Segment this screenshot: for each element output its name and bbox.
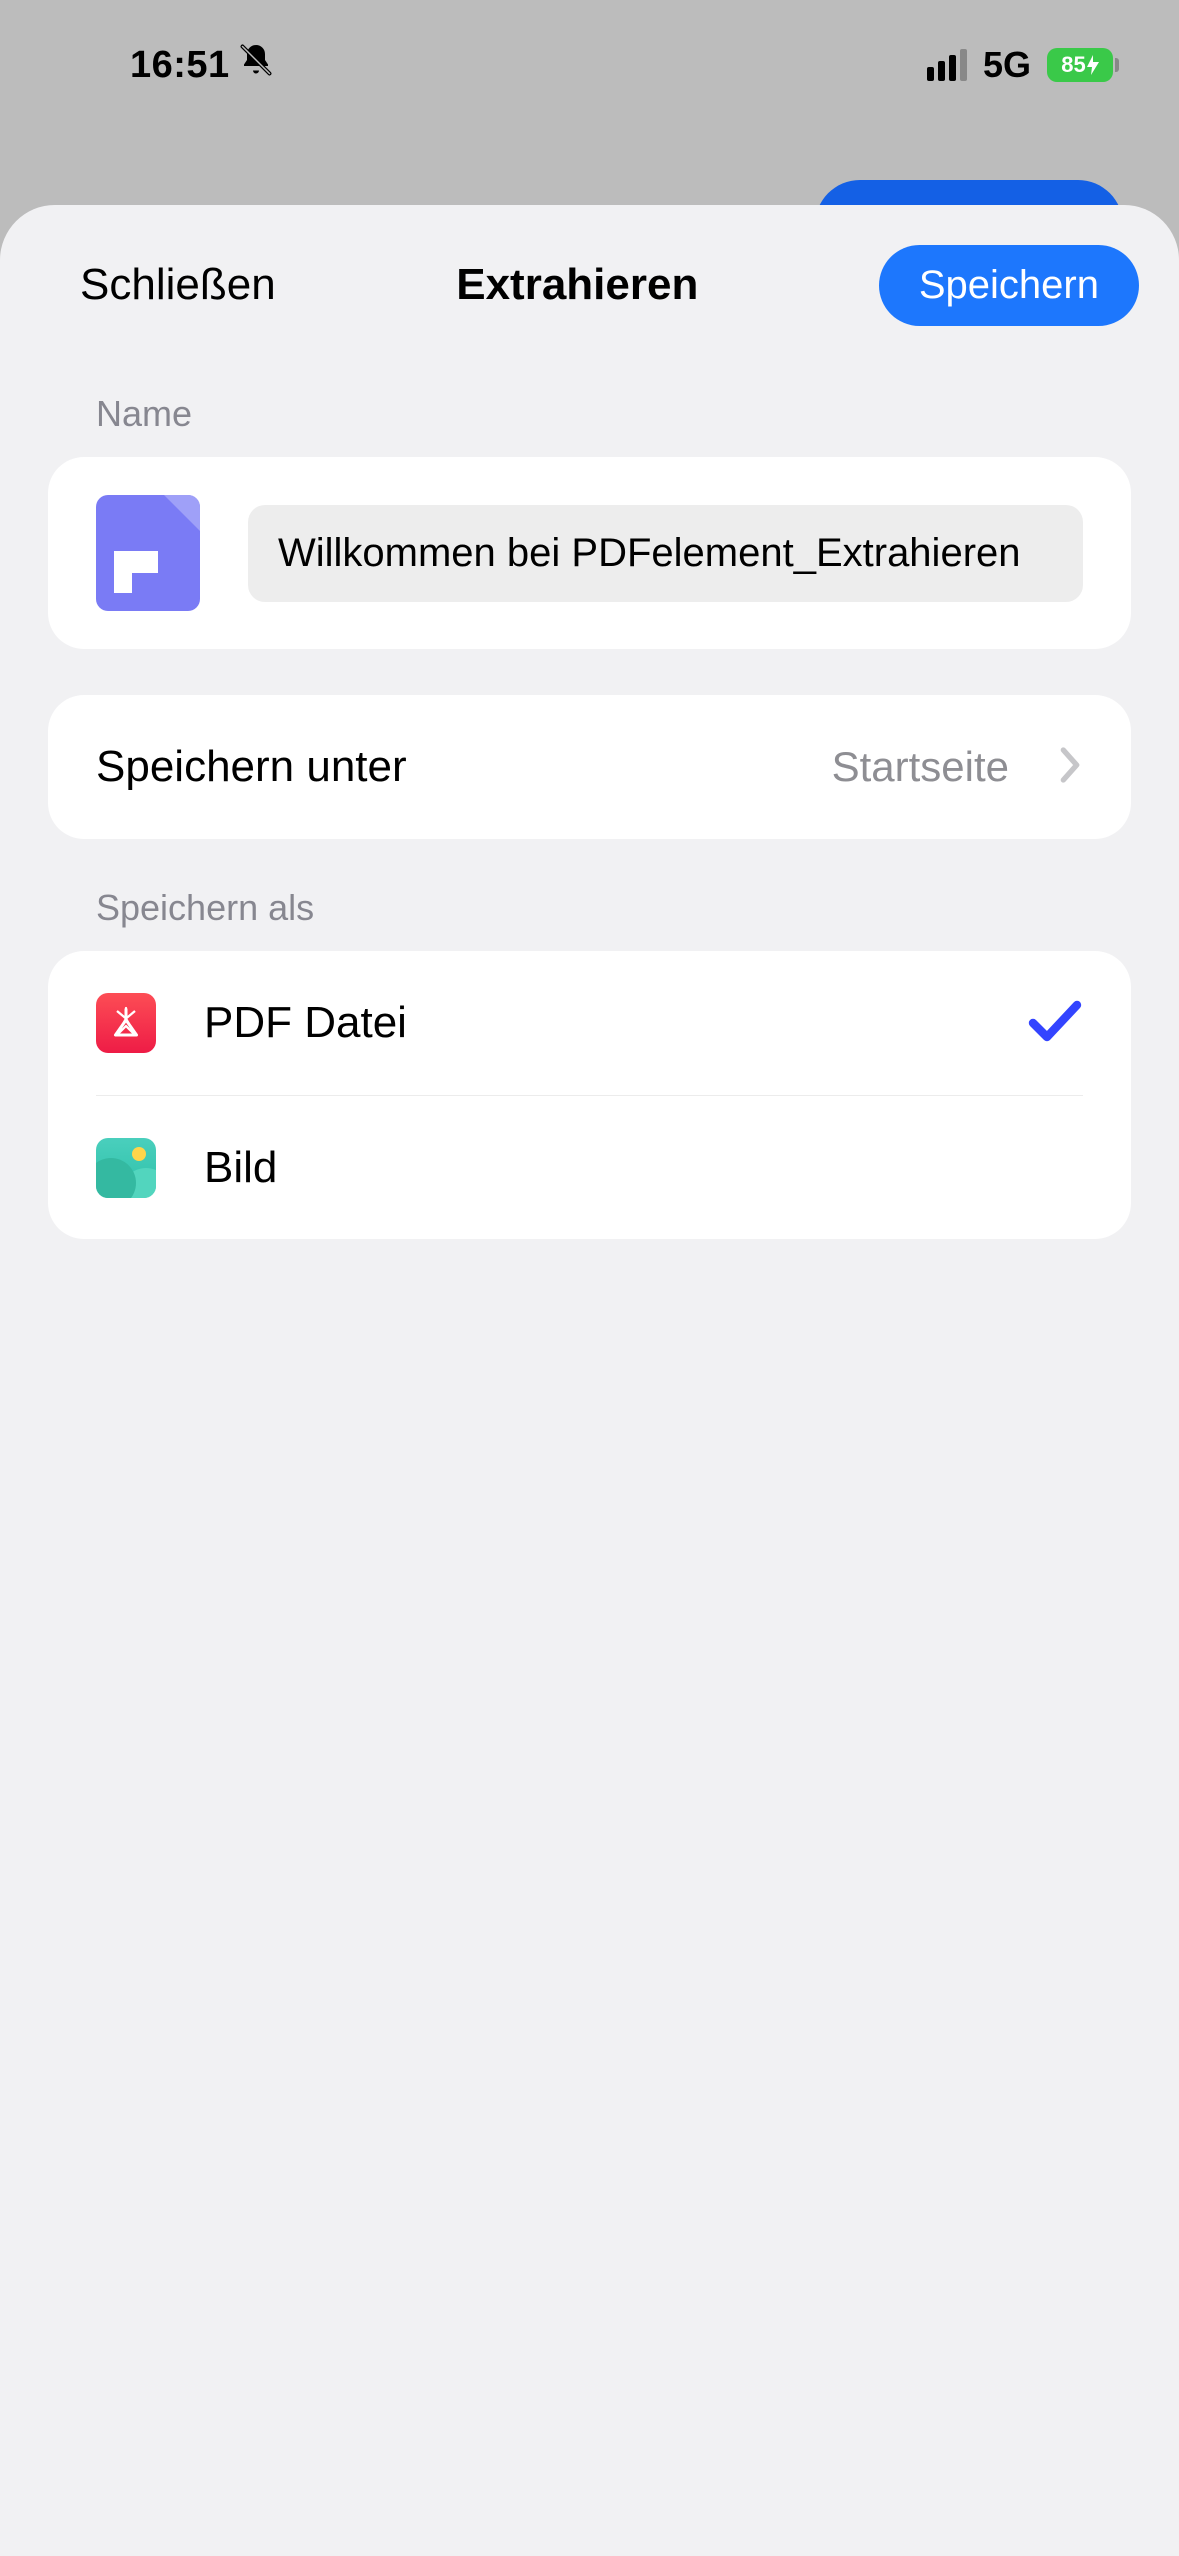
format-option-image[interactable]: Bild: [96, 1095, 1083, 1239]
file-name-input[interactable]: [248, 505, 1083, 602]
section-label-name: Name: [48, 345, 1131, 457]
format-option-pdf-label: PDF Datei: [204, 998, 979, 1048]
status-right: 5G 85: [927, 44, 1119, 86]
format-option-pdf[interactable]: PDF Datei: [96, 951, 1083, 1095]
modal-sheet: Schließen Extrahieren Speichern Name Spe…: [0, 205, 1179, 2556]
save-under-label: Speichern unter: [96, 742, 784, 792]
check-icon: [1027, 999, 1083, 1048]
sheet-navbar: Schließen Extrahieren Speichern: [0, 225, 1179, 345]
battery-icon: 85: [1047, 48, 1119, 82]
pdfelement-doc-icon: [96, 495, 200, 611]
save-under-row[interactable]: Speichern unter Startseite: [96, 695, 1083, 839]
battery-percent: 85: [1061, 52, 1085, 78]
bell-off-icon: [238, 42, 274, 88]
sheet-title: Extrahieren: [456, 260, 698, 310]
status-time: 16:51: [130, 44, 230, 87]
save-under-value: Startseite: [832, 743, 1009, 791]
cell-signal-icon: [927, 49, 967, 81]
network-type: 5G: [983, 44, 1031, 86]
section-label-save-as: Speichern als: [48, 839, 1131, 951]
name-card: [48, 457, 1131, 649]
status-left: 16:51: [130, 42, 274, 88]
save-button[interactable]: Speichern: [879, 245, 1139, 326]
save-as-card: PDF Datei Bild: [48, 951, 1131, 1239]
pdf-file-icon: [96, 993, 156, 1053]
chevron-right-icon: [1057, 745, 1083, 790]
status-bar: 16:51 5G 85: [0, 0, 1179, 130]
format-option-image-label: Bild: [204, 1143, 1083, 1193]
image-file-icon: [96, 1138, 156, 1198]
save-under-card: Speichern unter Startseite: [48, 695, 1131, 839]
close-button[interactable]: Schließen: [80, 260, 276, 310]
